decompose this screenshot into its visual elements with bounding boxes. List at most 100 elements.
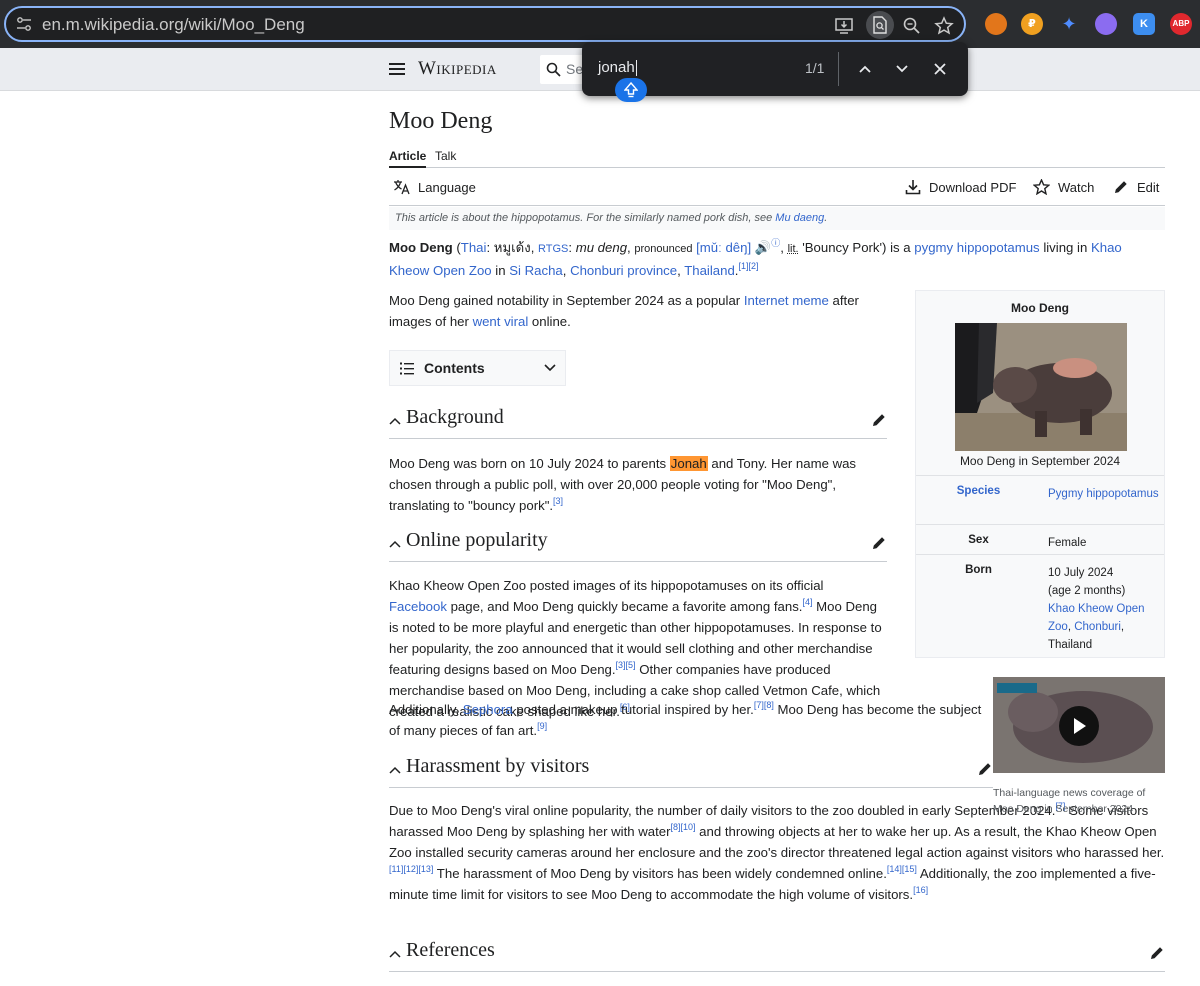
species-value[interactable]: Pygmy hippopotamus [1048, 485, 1160, 503]
chevron-up-icon [389, 766, 401, 774]
popularity-heading: Online popularity [406, 529, 548, 551]
popularity-text-f: posted a makeup tutorial inspired by her… [512, 702, 754, 717]
edit-section-icon[interactable] [977, 761, 993, 777]
download-icon [905, 180, 921, 195]
background-paragraph: Moo Deng was born on 10 July 2024 to par… [389, 453, 887, 516]
hamburger-menu-icon[interactable] [389, 62, 405, 76]
download-label: Download PDF [929, 179, 1017, 195]
mu-daeng-link[interactable]: Mu daeng [775, 212, 824, 224]
edit-section-icon[interactable] [1149, 945, 1165, 961]
citation-ref[interactable]: [16] [913, 885, 928, 895]
sex-label: Sex [968, 534, 989, 546]
subject-name: Moo Deng [389, 240, 453, 255]
pygmy-hippo-link[interactable]: pygmy hippopotamus [914, 240, 1039, 255]
chonburi-province-link[interactable]: Chonburi province [570, 263, 677, 278]
find-match-count: 1/1 [805, 60, 825, 76]
went-viral-link[interactable]: went viral [473, 314, 529, 329]
lead-in: in [491, 263, 510, 278]
section-heading-harassment[interactable]: Harassment by visitors [389, 753, 993, 788]
section-heading-background[interactable]: Background [389, 404, 887, 439]
citation-ref[interactable]: [4] [802, 597, 812, 607]
sephora-link[interactable]: Sephora [463, 702, 513, 717]
citation-ref[interactable]: [14][15] [887, 864, 917, 874]
tab-article[interactable]: Article [389, 149, 427, 168]
citation-ref[interactable]: [3][5] [616, 660, 636, 670]
section-heading-references[interactable]: References [389, 937, 1165, 972]
harassment-text-d: The harassment of Moo Deng by visitors h… [433, 866, 887, 881]
url-text[interactable]: en.m.wikipedia.org/wiki/Moo_Deng [42, 15, 305, 35]
citation-ref[interactable]: [7][8] [754, 700, 774, 710]
citation-ref[interactable]: [9] [537, 721, 547, 731]
citation-ref[interactable]: [8][10] [670, 822, 695, 832]
citation-ref[interactable]: [1][2] [738, 261, 758, 271]
find-bar: jonah 1/1 [582, 42, 968, 102]
adblock-icon[interactable]: ABP [1170, 13, 1192, 35]
thai-link[interactable]: Thai [461, 240, 487, 255]
facebook-link[interactable]: Facebook [389, 599, 447, 614]
lead-paragraph: Moo Deng (Thai: หมูเด้ง, RTGS: mu deng, … [389, 238, 1122, 279]
harassment-text-a: Due to Moo Deng's viral online popularit… [389, 803, 1056, 818]
metamask-icon[interactable] [985, 13, 1007, 35]
install-app-icon[interactable] [834, 16, 854, 36]
citation-ref[interactable]: [11][12][13] [389, 864, 433, 874]
meaning-text: 'Bouncy Pork' [802, 240, 883, 255]
intro-text-1: Moo Deng gained notability in September … [389, 293, 744, 308]
language-button[interactable]: Language [393, 179, 476, 195]
download-pdf-button[interactable]: Download PDF [905, 179, 1016, 195]
ghost-icon[interactable] [1095, 13, 1117, 35]
video-thumbnail[interactable] [993, 677, 1165, 773]
born-age: (age 2 months) [1048, 585, 1126, 597]
bookmark-star-icon[interactable] [934, 16, 954, 36]
rtgs-link[interactable]: RTGS [538, 243, 568, 255]
page-search-chip[interactable] [866, 11, 894, 39]
born-date: 10 July 2024 [1048, 567, 1114, 579]
k-extension-icon[interactable]: K [1133, 13, 1155, 35]
contents-toggle[interactable]: Contents [389, 350, 566, 386]
chonburi-link[interactable]: Chonburi [1074, 621, 1121, 633]
find-input[interactable]: jonah [598, 59, 637, 77]
page-title: Moo Deng [389, 108, 493, 134]
watch-button[interactable]: Watch [1033, 179, 1094, 195]
info-icon[interactable]: ⓘ [771, 238, 780, 248]
harassment-heading: Harassment by visitors [406, 755, 590, 777]
species-label[interactable]: Species [916, 485, 1041, 497]
edit-button[interactable]: Edit [1113, 179, 1159, 195]
born-place: Khao Kheow Open Zoo, Chonburi, [1048, 603, 1145, 633]
infobox-row-sex: Sex Female [916, 524, 1164, 554]
find-previous-icon[interactable] [856, 60, 874, 78]
popularity-text-e: Additionally, [389, 702, 463, 717]
bolt-icon[interactable]: ✦ [1058, 13, 1080, 35]
coin-icon[interactable]: ₽ [1021, 13, 1043, 35]
infobox-photo[interactable] [955, 323, 1127, 451]
lead-living-in: living in [1039, 240, 1091, 255]
chevron-up-icon [389, 540, 401, 548]
pronounced-label: pronounced [634, 243, 693, 255]
play-button[interactable] [1059, 706, 1099, 746]
wikipedia-logo[interactable]: Wikipedia [418, 58, 497, 80]
edit-section-icon[interactable] [871, 535, 887, 551]
thai-text: หมูเด้ง [493, 240, 531, 255]
speaker-icon[interactable]: 🔊 [755, 240, 771, 255]
zoom-icon[interactable] [902, 16, 922, 36]
hatnote-end: . [824, 212, 828, 224]
play-icon [1074, 718, 1086, 734]
section-heading-popularity[interactable]: Online popularity [389, 527, 887, 562]
popularity-text-a: Khao Kheow Open Zoo posted images of its… [389, 578, 824, 593]
background-heading: Background [406, 406, 504, 428]
si-racha-link[interactable]: Si Racha [509, 263, 563, 278]
infobox-row-born: Born 10 July 2024 (age 2 months) Khao Kh… [916, 554, 1164, 658]
popularity-paragraph-b: Additionally, Sephora posted a makeup tu… [389, 699, 989, 741]
find-close-icon[interactable] [931, 60, 949, 78]
edit-section-icon[interactable] [871, 412, 887, 428]
find-next-icon[interactable] [893, 60, 911, 78]
tab-talk[interactable]: Talk [435, 149, 456, 163]
internet-meme-link[interactable]: Internet meme [744, 293, 829, 308]
thailand-link[interactable]: Thailand [684, 263, 735, 278]
citation-ref[interactable]: [3] [553, 496, 563, 506]
site-settings-icon[interactable] [16, 16, 32, 32]
hippo-photo [955, 323, 1127, 451]
language-icon [394, 180, 410, 195]
address-bar[interactable]: en.m.wikipedia.org/wiki/Moo_Deng [4, 6, 966, 42]
born-country: Thailand [1048, 639, 1093, 651]
ipa-link[interactable]: [mǔː dêŋ] [696, 240, 751, 255]
